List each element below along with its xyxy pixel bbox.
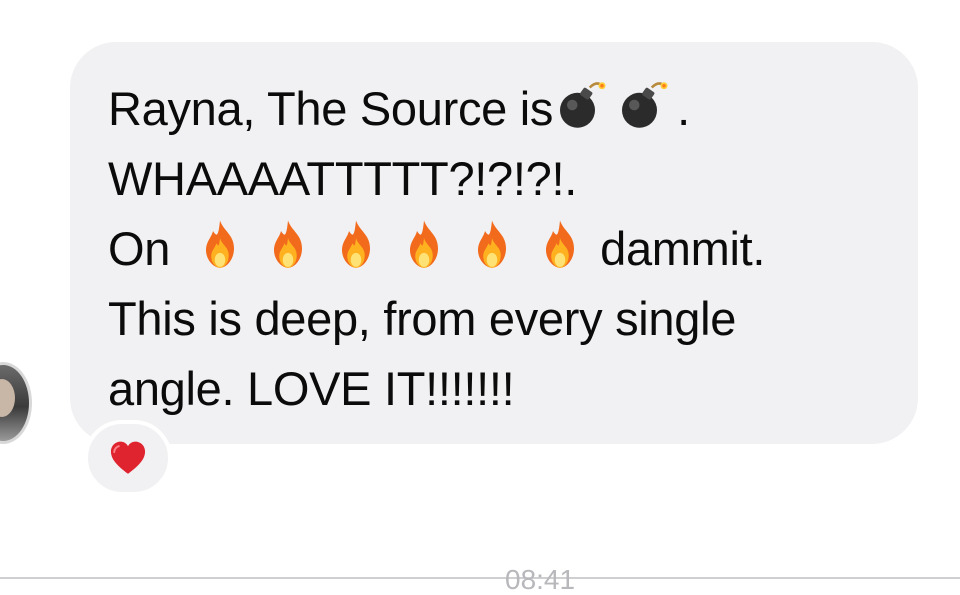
message-line-3-start: On [108, 222, 171, 275]
red-heart-icon [110, 441, 146, 474]
avatar-face [0, 379, 15, 417]
message-timestamp: 08:41 [505, 564, 576, 595]
fire-icon [396, 217, 452, 273]
reaction-badge[interactable] [84, 420, 172, 496]
message-line-1: Rayna, The Source is. [108, 74, 908, 144]
fire-icon [464, 217, 520, 273]
sender-avatar[interactable] [0, 362, 32, 444]
message-text: Rayna, The Source is. WHAAAATTTTT?!?!?!.… [108, 74, 908, 424]
message-line-2: WHAAAATTTTT?!?!?!. [108, 152, 578, 205]
bomb-icon [615, 77, 671, 133]
fire-icon [260, 217, 316, 273]
message-line-1-text: Rayna, The Source is [108, 82, 554, 135]
message-line-1-end: . [677, 82, 690, 135]
message-line-3: On dammit. [108, 214, 908, 284]
fire-icon [328, 217, 384, 273]
message-line-3-end: dammit. [600, 222, 766, 275]
fire-icon [532, 217, 588, 273]
message-line-5: angle. LOVE IT!!!!!!! [108, 362, 515, 415]
fire-icon [192, 217, 248, 273]
bomb-icon [553, 77, 609, 133]
message-line-4: This is deep, from every single [108, 292, 737, 345]
